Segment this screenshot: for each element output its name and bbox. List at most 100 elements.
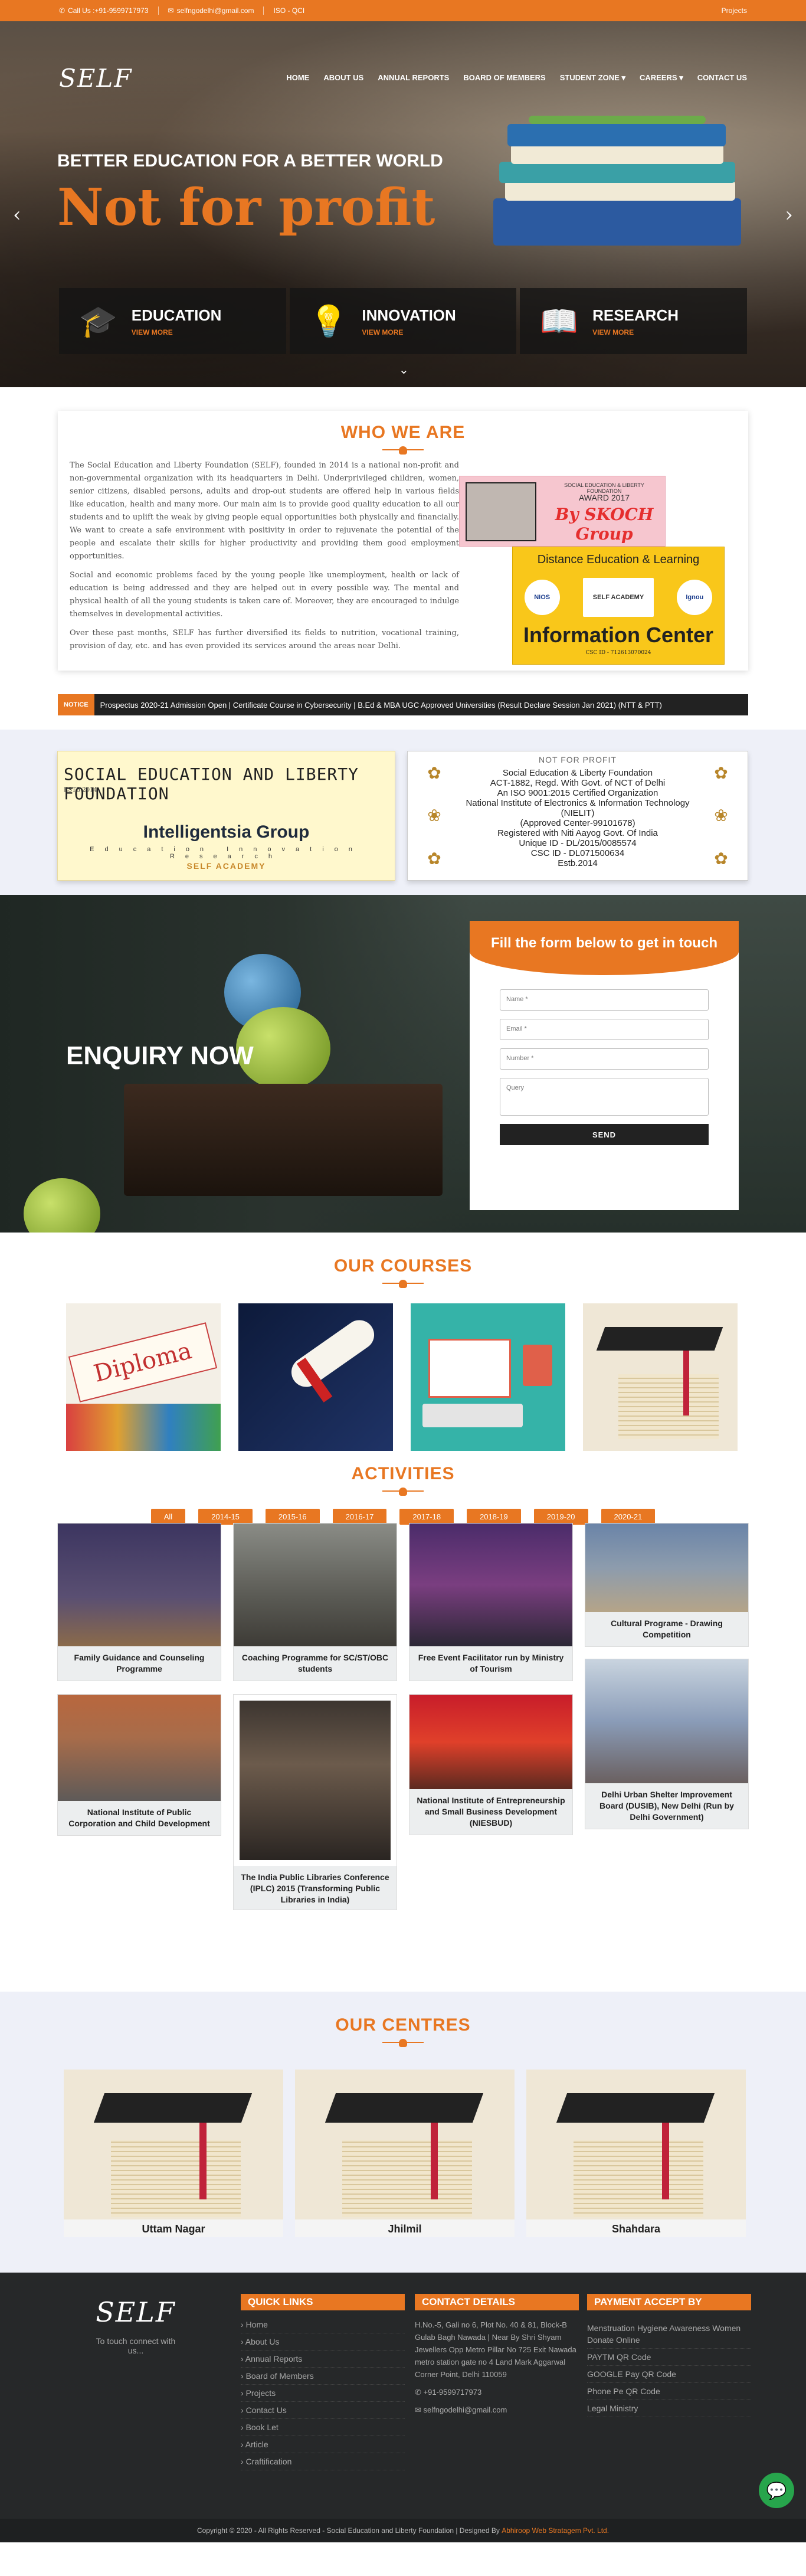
centre-photo [295, 2070, 515, 2219]
section-title: OUR CENTRES [335, 2015, 471, 2035]
course-image-scroll[interactable] [238, 1303, 393, 1451]
card-education[interactable]: 🎓 EDUCATION VIEW MORE [59, 288, 286, 354]
section-title: WHO WE ARE [340, 423, 466, 442]
skoch-award-image: SOCIAL EDUCATION & LIBERTY FOUNDATION AW… [459, 476, 666, 547]
activity-card[interactable]: Coaching Programme for SC/ST/OBC student… [233, 1523, 397, 1681]
centre-card[interactable]: Shahdara [526, 2070, 746, 2237]
payment-link[interactable]: Phone Pe QR Code [587, 2383, 751, 2400]
activities-section: ACTIVITIES All 2014-15 2015-16 2016-17 2… [0, 1464, 806, 1992]
course-image-graduation[interactable] [583, 1303, 738, 1451]
quick-links: QUICK LINKS › Home › About Us › Annual R… [241, 2294, 405, 2470]
footer-link[interactable]: › Article [241, 2436, 405, 2453]
footer-link[interactable]: › Board of Members [241, 2368, 405, 2385]
payment-options: PAYMENT ACCEPT BY Menstruation Hygiene A… [587, 2294, 751, 2417]
slider-prev-arrow[interactable]: ‹ [13, 203, 21, 227]
tab-2020-21[interactable]: 2020-21 [601, 1509, 656, 1525]
email-link[interactable]: ✉ selfngodelhi@gmail.com [168, 6, 254, 15]
lightbulb-icon: 💡 [309, 303, 348, 339]
send-button[interactable]: SEND [500, 1124, 709, 1145]
activity-card[interactable]: Delhi Urban Shelter Improvement Board (D… [585, 1659, 749, 1829]
activity-card[interactable]: National Institute of Public Corporation… [57, 1694, 221, 1836]
activity-photo [234, 1695, 397, 1866]
nav-annual-reports[interactable]: ANNUAL REPORTS [378, 73, 449, 83]
tab-2018-19[interactable]: 2018-19 [467, 1509, 521, 1525]
email-input[interactable]: Email * [500, 1019, 709, 1040]
query-textarea[interactable]: Query [500, 1078, 709, 1116]
activity-card[interactable]: The India Public Libraries Conference (I… [233, 1694, 397, 1910]
slider-next-arrow[interactable]: › [785, 203, 793, 227]
tab-2019-20[interactable]: 2019-20 [533, 1509, 588, 1525]
card-innovation[interactable]: 💡 INNOVATION VIEW MORE [289, 288, 517, 354]
books-image [470, 110, 753, 251]
footer-link[interactable]: › Contact Us [241, 2402, 405, 2419]
notice-text[interactable]: Prospectus 2020-21 Admission Open | Cert… [94, 701, 662, 710]
tab-2017-18[interactable]: 2017-18 [399, 1509, 454, 1525]
activity-card[interactable]: Cultural Programe - Drawing Competition [585, 1523, 749, 1647]
card-research[interactable]: 📖 RESEARCH VIEW MORE [520, 288, 748, 354]
phone-link[interactable]: ✆ +91-9599717973 [415, 2388, 579, 2397]
phone-link[interactable]: ✆ Call Us :+91-9599717973 [59, 6, 149, 15]
activity-card[interactable]: Free Event Facilitator run by Ministry o… [409, 1523, 573, 1681]
footer-link[interactable]: › Home [241, 2316, 405, 2333]
chat-icon[interactable]: 💬 [759, 2473, 794, 2508]
title-divider [382, 1280, 424, 1288]
nav-home[interactable]: HOME [286, 73, 309, 83]
address-text: H.No.-5, Gali no 6, Plot No. 40 & 81, Bl… [415, 2320, 576, 2379]
nav-board[interactable]: BOARD OF MEMBERS [463, 73, 545, 83]
title-divider [382, 1488, 424, 1496]
hero-title: Not for profit [57, 178, 435, 237]
nav-contact[interactable]: CONTACT US [697, 73, 747, 83]
phone-icon: ✆ [415, 2388, 421, 2397]
who-we-are-section: WHO WE ARE The Social Education and Libe… [58, 411, 748, 671]
payment-link[interactable]: GOOGLE Pay QR Code [587, 2366, 751, 2383]
centre-card[interactable]: Jhilmil [295, 2070, 515, 2237]
activity-photo [58, 1524, 221, 1646]
payment-link[interactable]: Legal Ministry [587, 2400, 751, 2417]
site-logo[interactable]: SELF [59, 64, 132, 93]
tab-2016-17[interactable]: 2016-17 [332, 1509, 387, 1525]
activity-card[interactable]: National Institute of Entrepreneurship a… [409, 1694, 573, 1835]
course-image-desk[interactable] [411, 1303, 565, 1451]
payment-link[interactable]: Menstruation Hygiene Awareness Women Don… [587, 2320, 751, 2349]
activity-photo [234, 1524, 397, 1646]
footer-link[interactable]: › Craftification [241, 2453, 405, 2470]
footer-logo[interactable]: SELF [89, 2296, 183, 2328]
designer-link[interactable]: Abhiroop Web Stratagem Pvt. Ltd. [502, 2526, 609, 2535]
number-input[interactable]: Number * [500, 1048, 709, 1070]
activity-photo [585, 1659, 748, 1783]
course-image-diploma[interactable]: Diploma [66, 1303, 221, 1451]
nav-about[interactable]: ABOUT US [323, 73, 363, 83]
tab-2014-15[interactable]: 2014-15 [198, 1509, 253, 1525]
info-center-image: Distance Education & Learning NIOS SELF … [512, 547, 725, 665]
footer-link[interactable]: › Annual Reports [241, 2351, 405, 2368]
book-icon: 📖 [540, 303, 579, 339]
section-title: ACTIVITIES [351, 1464, 455, 1483]
view-more-link[interactable]: VIEW MORE [592, 328, 679, 336]
projects-link[interactable]: Projects [722, 6, 747, 15]
centres-section: OUR CENTRES Uttam Nagar Jhilmil Shahdara [0, 1992, 806, 2273]
name-input[interactable]: Name * [500, 989, 709, 1011]
view-more-link[interactable]: VIEW MORE [362, 328, 456, 336]
notice-tag: NOTICE [58, 694, 94, 715]
footer-link[interactable]: › Projects [241, 2385, 405, 2402]
activity-year-tabs: All 2014-15 2015-16 2016-17 2017-18 2018… [0, 1509, 806, 1525]
top-bar: ✆ Call Us :+91-9599717973 ✉ selfngodelhi@g… [0, 0, 806, 21]
view-more-link[interactable]: VIEW MORE [132, 328, 222, 336]
nav-careers[interactable]: CAREERS ▾ [640, 73, 683, 83]
copyright-bar: Copyright © 2020 - All Rights Reserved -… [0, 2519, 806, 2542]
activity-card[interactable]: Family Guidance and Counseling Programme [57, 1523, 221, 1681]
footer-link[interactable]: › About Us [241, 2333, 405, 2351]
payment-link[interactable]: PAYTM QR Code [587, 2349, 751, 2366]
centre-card[interactable]: Uttam Nagar [64, 2070, 283, 2237]
iso-link[interactable]: ISO - QCI [273, 6, 304, 15]
footer-link[interactable]: › Book Let [241, 2419, 405, 2436]
email-link[interactable]: ✉ selfngodelhi@gmail.com [415, 2405, 579, 2415]
tab-2015-16[interactable]: 2015-16 [265, 1509, 320, 1525]
mail-icon: ✉ [168, 6, 174, 15]
nav-student-zone[interactable]: STUDENT ZONE ▾ [560, 73, 625, 83]
floral-decoration-icon: ✿ ❀ ✿ [427, 763, 441, 869]
activity-photo [585, 1524, 748, 1612]
courses-section: OUR COURSES Diploma [0, 1233, 806, 1464]
tab-all[interactable]: All [150, 1509, 186, 1525]
scroll-down-icon[interactable]: ⌄ [399, 362, 409, 377]
